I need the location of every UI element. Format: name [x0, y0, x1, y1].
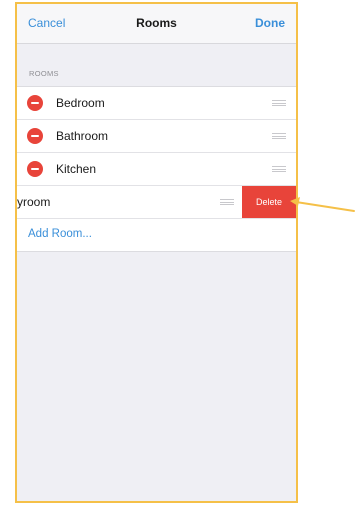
room-row-bathroom[interactable]: Bathroom [17, 120, 296, 153]
screenshot-canvas: Cancel Rooms Done ROOMS Bedroom Bathroom… [0, 0, 358, 508]
reorder-handle-icon[interactable] [272, 100, 286, 106]
navigation-bar: Cancel Rooms Done [17, 4, 296, 44]
add-room-button[interactable]: Add Room... [28, 228, 92, 240]
room-row-kitchen[interactable]: Kitchen [17, 153, 296, 186]
reorder-handle-icon[interactable] [220, 199, 234, 205]
rooms-list: Bedroom Bathroom Kitchen yroom Delete Ad… [17, 86, 296, 252]
room-label: Bathroom [56, 129, 109, 143]
reorder-handle-icon[interactable] [272, 166, 286, 172]
room-row-bedroom[interactable]: Bedroom [17, 87, 296, 120]
room-label: Kitchen [56, 162, 97, 176]
delete-circle-icon[interactable] [27, 161, 43, 177]
phone-frame: Cancel Rooms Done ROOMS Bedroom Bathroom… [15, 2, 298, 503]
room-label: Bedroom [56, 96, 105, 110]
reorder-handle-icon[interactable] [272, 133, 286, 139]
annotation-arrow-icon [290, 197, 355, 212]
room-row-swiped[interactable]: yroom Delete [17, 186, 296, 219]
section-header-rooms: ROOMS [29, 69, 59, 78]
room-label: yroom [17, 195, 51, 209]
delete-circle-icon[interactable] [27, 128, 43, 144]
add-room-row[interactable]: Add Room... [17, 219, 296, 252]
done-button[interactable]: Done [255, 16, 285, 30]
delete-circle-icon[interactable] [27, 95, 43, 111]
